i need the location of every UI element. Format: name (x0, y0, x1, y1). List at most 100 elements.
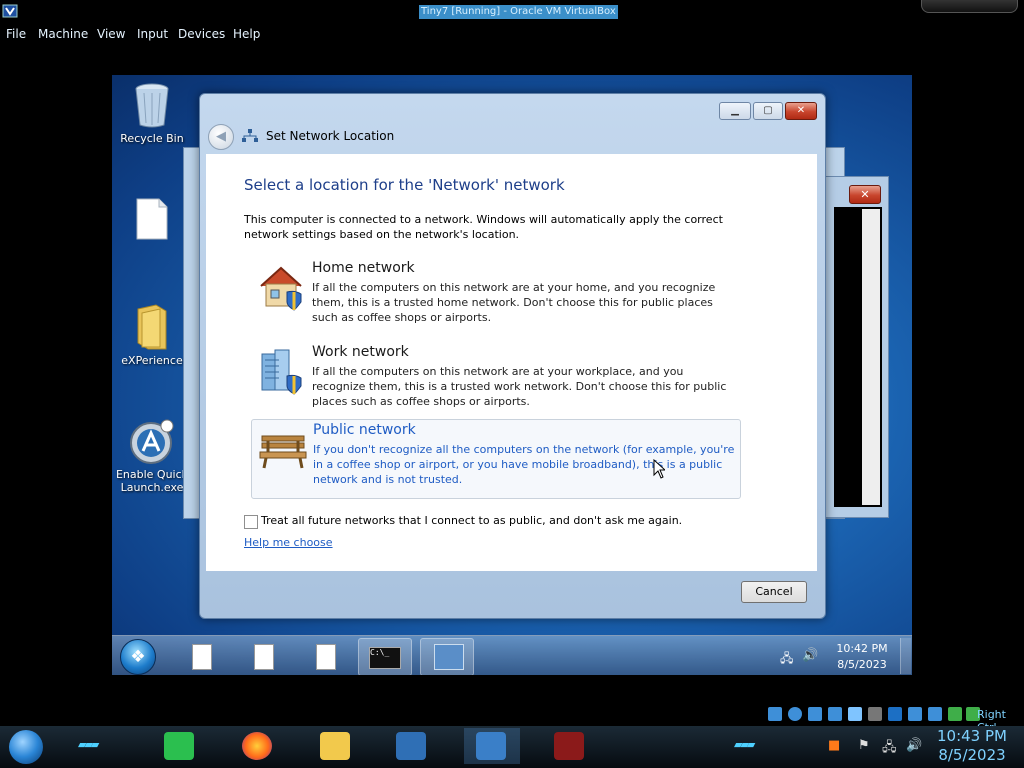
scrollbar[interactable] (862, 209, 880, 505)
taskbar-document-3[interactable] (298, 638, 350, 674)
cancel-button[interactable]: Cancel (741, 581, 807, 603)
desktop-icon-document[interactable] (112, 197, 192, 244)
treat-public-checkbox[interactable] (244, 515, 258, 529)
tray-app-icon[interactable]: ■ (828, 738, 840, 753)
control-panel-icon (434, 644, 464, 670)
shared-folders-icon[interactable] (828, 707, 842, 721)
host-clock[interactable]: 10:43 PM 8/5/2023 (930, 727, 1014, 765)
taskbar-document-1[interactable] (174, 638, 226, 674)
desktop-icon-experience[interactable]: eXPerience (112, 303, 192, 367)
menu-input[interactable]: Input (137, 27, 168, 41)
park-bench-icon (259, 435, 307, 469)
volume-icon[interactable]: 🔊 (802, 648, 818, 663)
option-home-network[interactable]: Home network If all the computers on thi… (251, 258, 739, 336)
back-button[interactable]: ◀ (208, 124, 234, 150)
firefox-icon (242, 732, 272, 760)
optical-drive-icon[interactable] (768, 707, 782, 721)
flag-icon[interactable]: ⚑ (858, 738, 870, 753)
set-network-location-dialog: ▁ ▢ ✕ ◀ Set Network Location Select a lo… (199, 93, 826, 619)
drag-drop-icon[interactable] (848, 707, 862, 721)
host-title-bar: Tiny7 [Running] - Oracle VM VirtualBox (0, 0, 1024, 24)
menu-machine[interactable]: Machine (38, 27, 88, 41)
maximize-button[interactable]: ▢ (753, 102, 783, 120)
taskbar-app-red[interactable] (542, 728, 598, 764)
folder-icon (137, 304, 167, 350)
menu-file[interactable]: File (6, 27, 26, 41)
taskbar-document-2[interactable] (236, 638, 288, 674)
usb-icon[interactable] (808, 707, 822, 721)
office-building-icon (261, 349, 302, 395)
host-clock-date: 8/5/2023 (938, 746, 1006, 764)
recycle-bin-icon (135, 83, 169, 128)
volume-icon[interactable]: 🔊 (906, 738, 922, 753)
network-tray-icon[interactable]: 🖧 (882, 738, 897, 760)
option-description: If all the computers on this network are… (312, 281, 716, 324)
start-button[interactable]: ❖ (120, 639, 156, 675)
option-title: Home network (312, 260, 415, 276)
taskbar-command-prompt[interactable]: C:\_ (358, 638, 412, 675)
guest-clock-date: 8/5/2023 (837, 658, 887, 671)
desktop-icon-recycle-bin[interactable]: Recycle Bin (112, 81, 192, 145)
desktop-icon-label: Enable Quick Launch.exe (115, 468, 189, 494)
close-button[interactable]: ✕ (785, 102, 817, 120)
document-icon (316, 644, 336, 670)
virtualbox-icon (2, 4, 18, 18)
dialog-body: Select a location for the 'Network' netw… (206, 154, 817, 571)
windows7-vm-icon (476, 732, 506, 760)
notes-app-icon (164, 732, 194, 760)
host-start-button[interactable] (9, 730, 43, 764)
guest-clock-time: 10:42 PM (836, 642, 888, 655)
taskbar-firefox[interactable] (230, 728, 286, 764)
decorative-chevrons: ▰▰▰ (734, 738, 755, 751)
blank-document-icon (136, 198, 168, 240)
option-work-network[interactable]: Work network If all the computers on thi… (251, 342, 739, 420)
audio-icon[interactable] (788, 707, 802, 721)
taskbar-network-location[interactable] (420, 638, 474, 675)
host-clock-time: 10:43 PM (937, 727, 1007, 745)
guest-taskbar: ❖ C:\_ 🖧 🔊 10:42 PM 8/5/2023 (112, 635, 912, 675)
folder-icon (320, 732, 350, 760)
taskbar-notes-app[interactable] (152, 728, 208, 764)
option-description: If you don't recognize all the computers… (313, 443, 735, 486)
option-title: Work network (312, 344, 409, 360)
network-tray-icon[interactable]: 🖧 (780, 649, 793, 670)
taskbar-virtualbox[interactable] (384, 728, 440, 764)
mouse-cursor-icon (653, 459, 665, 479)
dialog-title: Set Network Location (266, 129, 395, 143)
virtualbox-icon (396, 732, 426, 760)
treat-public-checkbox-label[interactable]: Treat all future networks that I connect… (261, 514, 682, 527)
host-title-decoration (921, 0, 1018, 13)
mouse-integration-icon[interactable] (948, 707, 962, 721)
desktop-icon-label: eXPerience (121, 354, 183, 367)
network-status-icon[interactable] (908, 707, 922, 721)
document-icon (254, 644, 274, 670)
dialog-intro-text: This computer is connected to a network.… (244, 213, 723, 241)
option-public-network[interactable]: Public network If you don't recognize al… (251, 419, 741, 499)
menu-devices[interactable]: Devices (178, 27, 225, 41)
desktop-icon-quick-launch[interactable]: Enable Quick Launch.exe (112, 419, 192, 494)
guest-clock[interactable]: 10:42 PM 8/5/2023 (832, 641, 892, 673)
taskbar-file-explorer[interactable] (308, 728, 364, 764)
option-title: Public network (313, 422, 416, 438)
help-me-choose-link[interactable]: Help me choose (244, 536, 333, 549)
network-icon (242, 129, 258, 142)
close-button[interactable]: ✕ (849, 185, 881, 204)
show-desktop-button[interactable] (900, 638, 911, 674)
windows-logo-icon: ❖ (130, 647, 146, 667)
minimize-button[interactable]: ▁ (719, 102, 751, 120)
application-icon (554, 732, 584, 760)
document-icon (192, 644, 212, 670)
house-icon (260, 266, 302, 311)
display-icon[interactable] (888, 707, 902, 721)
dialog-heading: Select a location for the 'Network' netw… (244, 176, 565, 194)
taskbar-tiny7-vm[interactable] (464, 728, 520, 764)
background-cmd-window[interactable]: ✕ (825, 176, 889, 518)
menu-view[interactable]: View (97, 27, 125, 41)
menu-help[interactable]: Help (233, 27, 260, 41)
quick-launch-icon (130, 419, 174, 464)
host-window-title: Tiny7 [Running] - Oracle VM VirtualBox (419, 5, 618, 19)
hard-disk-icon[interactable] (868, 707, 882, 721)
recording-icon[interactable] (928, 707, 942, 721)
host-menu-bar: File Machine View Input Devices Help (0, 24, 1024, 46)
decorative-chevrons: ▰▰▰ (78, 738, 99, 751)
